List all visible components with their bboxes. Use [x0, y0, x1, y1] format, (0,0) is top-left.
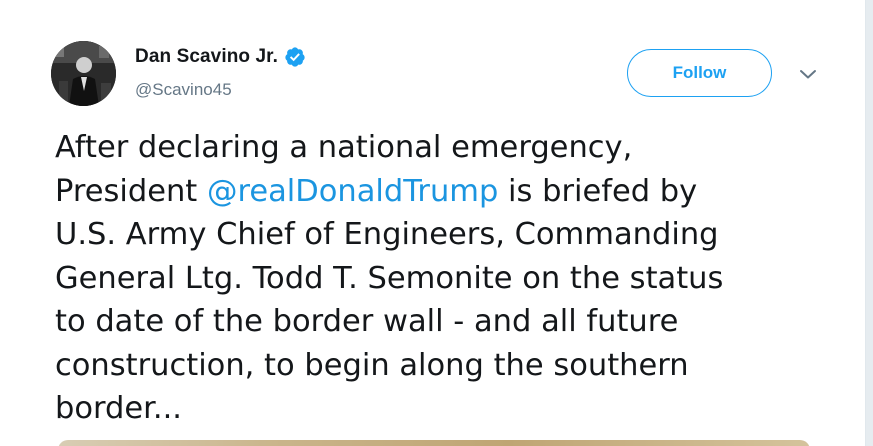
- chevron-down-icon[interactable]: [797, 66, 819, 82]
- tweet-text-segment: President: [55, 173, 207, 209]
- author-name-row[interactable]: Dan Scavino Jr.: [135, 44, 306, 70]
- tweet-text-line: U.S. Army Chief of Engineers, Commanding: [55, 213, 815, 257]
- tweet-text-segment: border...: [55, 391, 182, 426]
- tweet-text-line: General Ltg. Todd T. Semonite on the sta…: [55, 257, 815, 301]
- tweet-text-segment: General Ltg. Todd T. Semonite on the sta…: [55, 260, 724, 296]
- tweet-text-line: construction, to begin along the souther…: [55, 344, 815, 388]
- tweet-text-segment: to date of the border wall - and all fut…: [55, 304, 679, 339]
- tweet-text: After declaring a national emergency, Pr…: [55, 126, 815, 431]
- tweet-text-segment: After declaring a national emergency,: [55, 130, 633, 165]
- tweet-text-segment: is briefed by: [498, 173, 698, 209]
- tweet-text-line: to date of the border wall - and all fut…: [55, 300, 815, 344]
- tweet-text-line: After declaring a national emergency,: [55, 126, 815, 170]
- follow-button[interactable]: Follow: [627, 49, 772, 97]
- tweet-text-line: border...: [55, 387, 815, 431]
- tweet-card: Dan Scavino Jr. @Scavino45 Follow After …: [0, 0, 866, 446]
- avatar-image: [51, 41, 116, 106]
- tweet-text-segment: construction, to begin along the souther…: [55, 347, 689, 383]
- avatar[interactable]: [51, 41, 116, 106]
- tweet-media-preview[interactable]: [58, 440, 810, 446]
- verified-badge-icon: [284, 46, 306, 68]
- tweet-text-line: President @realDonaldTrump is briefed by: [55, 170, 815, 214]
- mention-link[interactable]: @realDonaldTrump: [207, 174, 498, 209]
- author-display-name[interactable]: Dan Scavino Jr.: [135, 46, 278, 68]
- author-handle[interactable]: @Scavino45: [135, 80, 232, 100]
- tweet-text-segment: U.S. Army Chief of Engineers, Commanding: [55, 217, 719, 252]
